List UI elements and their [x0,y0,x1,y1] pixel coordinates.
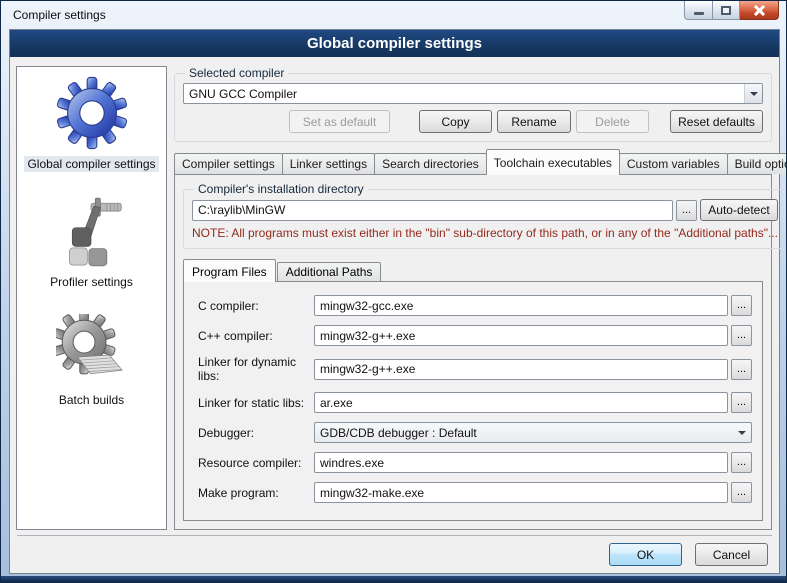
make-program-label: Make program: [198,486,314,500]
chevron-down-icon[interactable] [733,423,751,442]
cancel-button[interactable]: Cancel [695,543,768,566]
copy-button[interactable]: Copy [419,110,492,133]
sidebar-item-label: Global compiler settings [24,156,158,172]
titlebar[interactable]: Compiler settings [1,1,786,28]
minimize-button[interactable] [684,1,713,20]
field-row-debugger: Debugger: GDB/CDB debugger : Default [198,422,752,443]
compiler-select-value: GNU GCC Compiler [184,84,744,103]
debugger-select-value: GDB/CDB debugger : Default [315,423,733,442]
minimize-icon [694,12,704,15]
dialog-footer: OK Cancel [17,535,772,573]
resource-compiler-label: Resource compiler: [198,456,314,470]
subtab-program-files[interactable]: Program Files [183,259,276,282]
tab-build-options[interactable]: Build options [727,153,787,174]
compiler-actions: Set as default Copy Rename Delete Reset … [183,110,763,133]
sidebar-item-profiler-settings[interactable]: Profiler settings [47,196,136,290]
c-compiler-label: C compiler: [198,299,314,313]
sidebar-item-label: Batch builds [56,392,127,408]
static-linker-input[interactable] [314,392,728,413]
auto-detect-button[interactable]: Auto-detect [700,199,778,221]
maximize-icon [721,6,731,15]
browse-make-program-button[interactable]: ... [731,482,752,503]
toolchain-executables-panel: Compiler's installation directory ... Au… [174,174,772,530]
delete-button: Delete [576,110,649,133]
debugger-label: Debugger: [198,426,314,440]
compiler-settings-window: Compiler settings Global compiler settin… [0,0,787,583]
subtab-additional-paths[interactable]: Additional Paths [277,262,382,281]
resource-compiler-input[interactable] [314,452,728,473]
c-compiler-input[interactable] [314,295,728,316]
window-title: Compiler settings [13,8,106,22]
field-row-static-linker: Linker for static libs: ... [198,392,752,413]
field-row-resource-compiler: Resource compiler: ... [198,452,752,473]
ok-button[interactable]: OK [609,543,682,566]
browse-resource-compiler-button[interactable]: ... [731,452,752,473]
maximize-button[interactable] [713,1,740,20]
static-linker-label: Linker for static libs: [198,396,314,410]
gray-gear-stack-icon [56,314,128,386]
main-panel: Selected compiler GNU GCC Compiler Set a… [174,66,772,530]
tab-toolchain-executables[interactable]: Toolchain executables [486,149,620,175]
field-row-make-program: Make program: ... [198,482,752,503]
selected-compiler-legend: Selected compiler [185,66,288,80]
dynamic-linker-label: Linker for dynamic libs: [198,355,314,383]
set-as-default-button: Set as default [289,110,390,133]
blue-gear-icon [55,76,129,150]
caliper-icon [55,196,127,268]
close-button[interactable] [740,1,779,20]
chevron-down-icon[interactable] [744,84,762,103]
page-title: Global compiler settings [10,30,779,57]
program-files-panel: C compiler: ... C++ compiler: ... Linker… [183,281,763,521]
install-dir-note: NOTE: All programs must exist either in … [192,226,778,240]
install-dir-group: Compiler's installation directory ... Au… [183,182,787,249]
field-row-cpp-compiler: C++ compiler: ... [198,325,752,346]
close-icon [753,4,766,17]
tab-compiler-settings[interactable]: Compiler settings [174,153,283,174]
window-frame-bottom [1,576,786,582]
window-controls [684,1,779,20]
sidebar-item-label: Profiler settings [47,274,136,290]
install-dir-legend: Compiler's installation directory [194,182,368,196]
settings-category-sidebar: Global compiler settings Profiler settin… [16,66,167,530]
tab-linker-settings[interactable]: Linker settings [282,153,375,174]
dialog-content: Global compiler settings Profiler settin… [10,57,779,535]
cpp-compiler-label: C++ compiler: [198,329,314,343]
sidebar-item-global-compiler-settings[interactable]: Global compiler settings [24,76,158,172]
reset-defaults-button[interactable]: Reset defaults [670,110,763,133]
toolchain-subtabs: Program Files Additional Paths [183,258,763,281]
install-dir-input[interactable] [192,200,673,221]
browse-cpp-compiler-button[interactable]: ... [731,325,752,346]
browse-c-compiler-button[interactable]: ... [731,295,752,316]
compiler-select[interactable]: GNU GCC Compiler [183,83,763,104]
field-row-dynamic-linker: Linker for dynamic libs: ... [198,355,752,383]
make-program-input[interactable] [314,482,728,503]
rename-button[interactable]: Rename [497,110,571,133]
sidebar-item-batch-builds[interactable]: Batch builds [56,314,128,408]
tab-search-directories[interactable]: Search directories [374,153,487,174]
browse-dynamic-linker-button[interactable]: ... [731,359,752,380]
dynamic-linker-input[interactable] [314,359,728,380]
tab-custom-variables[interactable]: Custom variables [619,153,728,174]
settings-tabs: Compiler settings Linker settings Search… [174,148,772,174]
field-row-c-compiler: C compiler: ... [198,295,752,316]
debugger-select[interactable]: GDB/CDB debugger : Default [314,422,752,443]
browse-install-dir-button[interactable]: ... [676,200,697,221]
dialog-body: Global compiler settings [9,29,780,574]
browse-static-linker-button[interactable]: ... [731,392,752,413]
selected-compiler-group: Selected compiler GNU GCC Compiler Set a… [174,66,772,142]
cpp-compiler-input[interactable] [314,325,728,346]
